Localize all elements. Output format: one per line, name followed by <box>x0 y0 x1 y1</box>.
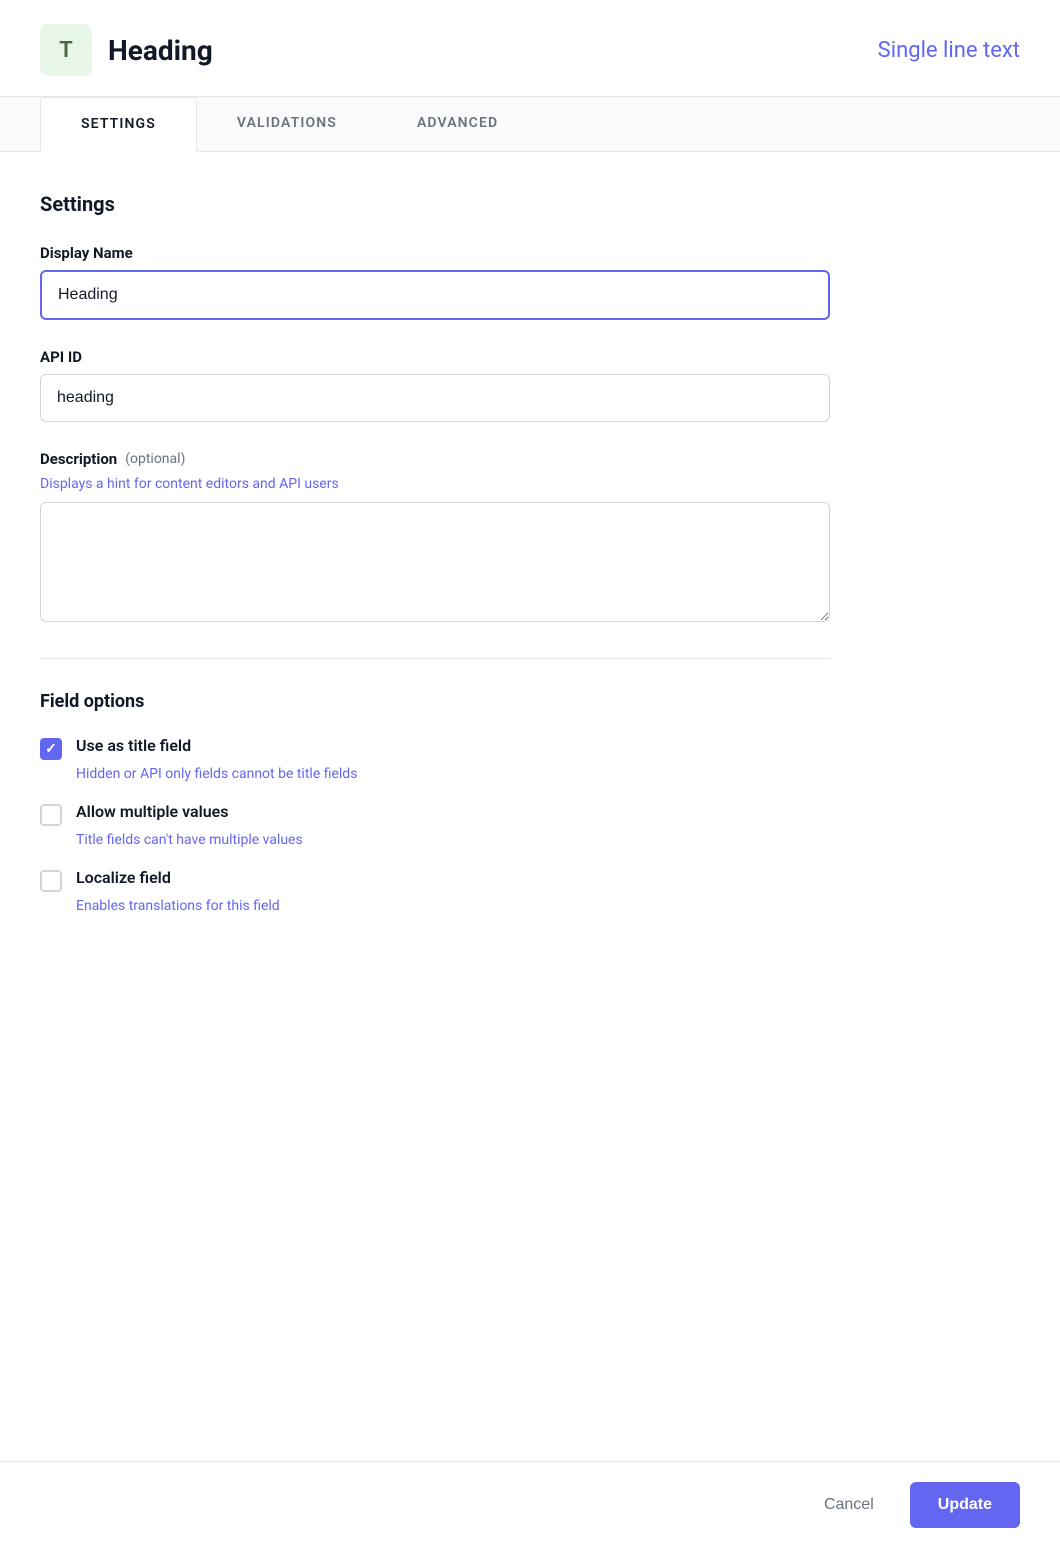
optional-label: (optional) <box>125 451 185 467</box>
display-name-label: Display Name <box>40 244 860 262</box>
title-field-option: Use as title field Hidden or API only fi… <box>40 736 860 782</box>
localize-field-option: Localize field Enables translations for … <box>40 868 860 914</box>
description-group: Description (optional) Displays a hint f… <box>40 450 860 626</box>
section-divider <box>40 658 830 659</box>
field-type-icon: T <box>40 24 92 76</box>
title-field-row: Use as title field <box>40 736 860 760</box>
api-id-input[interactable] <box>40 374 830 422</box>
field-options-title: Field options <box>40 691 860 712</box>
header-left: T Heading <box>40 24 213 76</box>
tabs-bar: SETTINGS VALIDATIONS ADVANCED <box>0 97 1060 152</box>
multiple-values-description: Title fields can't have multiple values <box>76 832 860 848</box>
update-button[interactable]: Update <box>910 1482 1020 1528</box>
tab-advanced[interactable]: ADVANCED <box>377 97 538 151</box>
tab-validations[interactable]: VALIDATIONS <box>197 97 377 151</box>
display-name-group: Display Name <box>40 244 860 320</box>
main-content: Settings Display Name API ID Description… <box>0 152 900 974</box>
multiple-values-checkbox[interactable] <box>40 804 62 826</box>
localize-field-checkbox[interactable] <box>40 870 62 892</box>
localize-field-row: Localize field <box>40 868 860 892</box>
settings-section-title: Settings <box>40 192 860 216</box>
cancel-button[interactable]: Cancel <box>804 1484 894 1526</box>
title-field-label: Use as title field <box>76 736 191 755</box>
description-hint: Displays a hint for content editors and … <box>40 476 860 492</box>
multiple-values-label: Allow multiple values <box>76 802 229 821</box>
description-textarea[interactable] <box>40 502 830 622</box>
footer: Cancel Update <box>0 1461 1060 1548</box>
page-title: Heading <box>108 34 213 67</box>
title-field-checkbox[interactable] <box>40 738 62 760</box>
localize-field-label: Localize field <box>76 868 171 887</box>
field-options-section: Field options Use as title field Hidden … <box>40 691 860 914</box>
display-name-input[interactable] <box>40 270 830 320</box>
api-id-label: API ID <box>40 348 860 366</box>
multiple-values-row: Allow multiple values <box>40 802 860 826</box>
multiple-values-option: Allow multiple values Title fields can't… <box>40 802 860 848</box>
title-field-description: Hidden or API only fields cannot be titl… <box>76 766 860 782</box>
tab-settings[interactable]: SETTINGS <box>40 97 197 152</box>
localize-field-description: Enables translations for this field <box>76 898 860 914</box>
field-type-label: Single line text <box>878 38 1020 63</box>
api-id-group: API ID <box>40 348 860 422</box>
header: T Heading Single line text <box>0 0 1060 97</box>
description-label: Description (optional) <box>40 450 860 468</box>
